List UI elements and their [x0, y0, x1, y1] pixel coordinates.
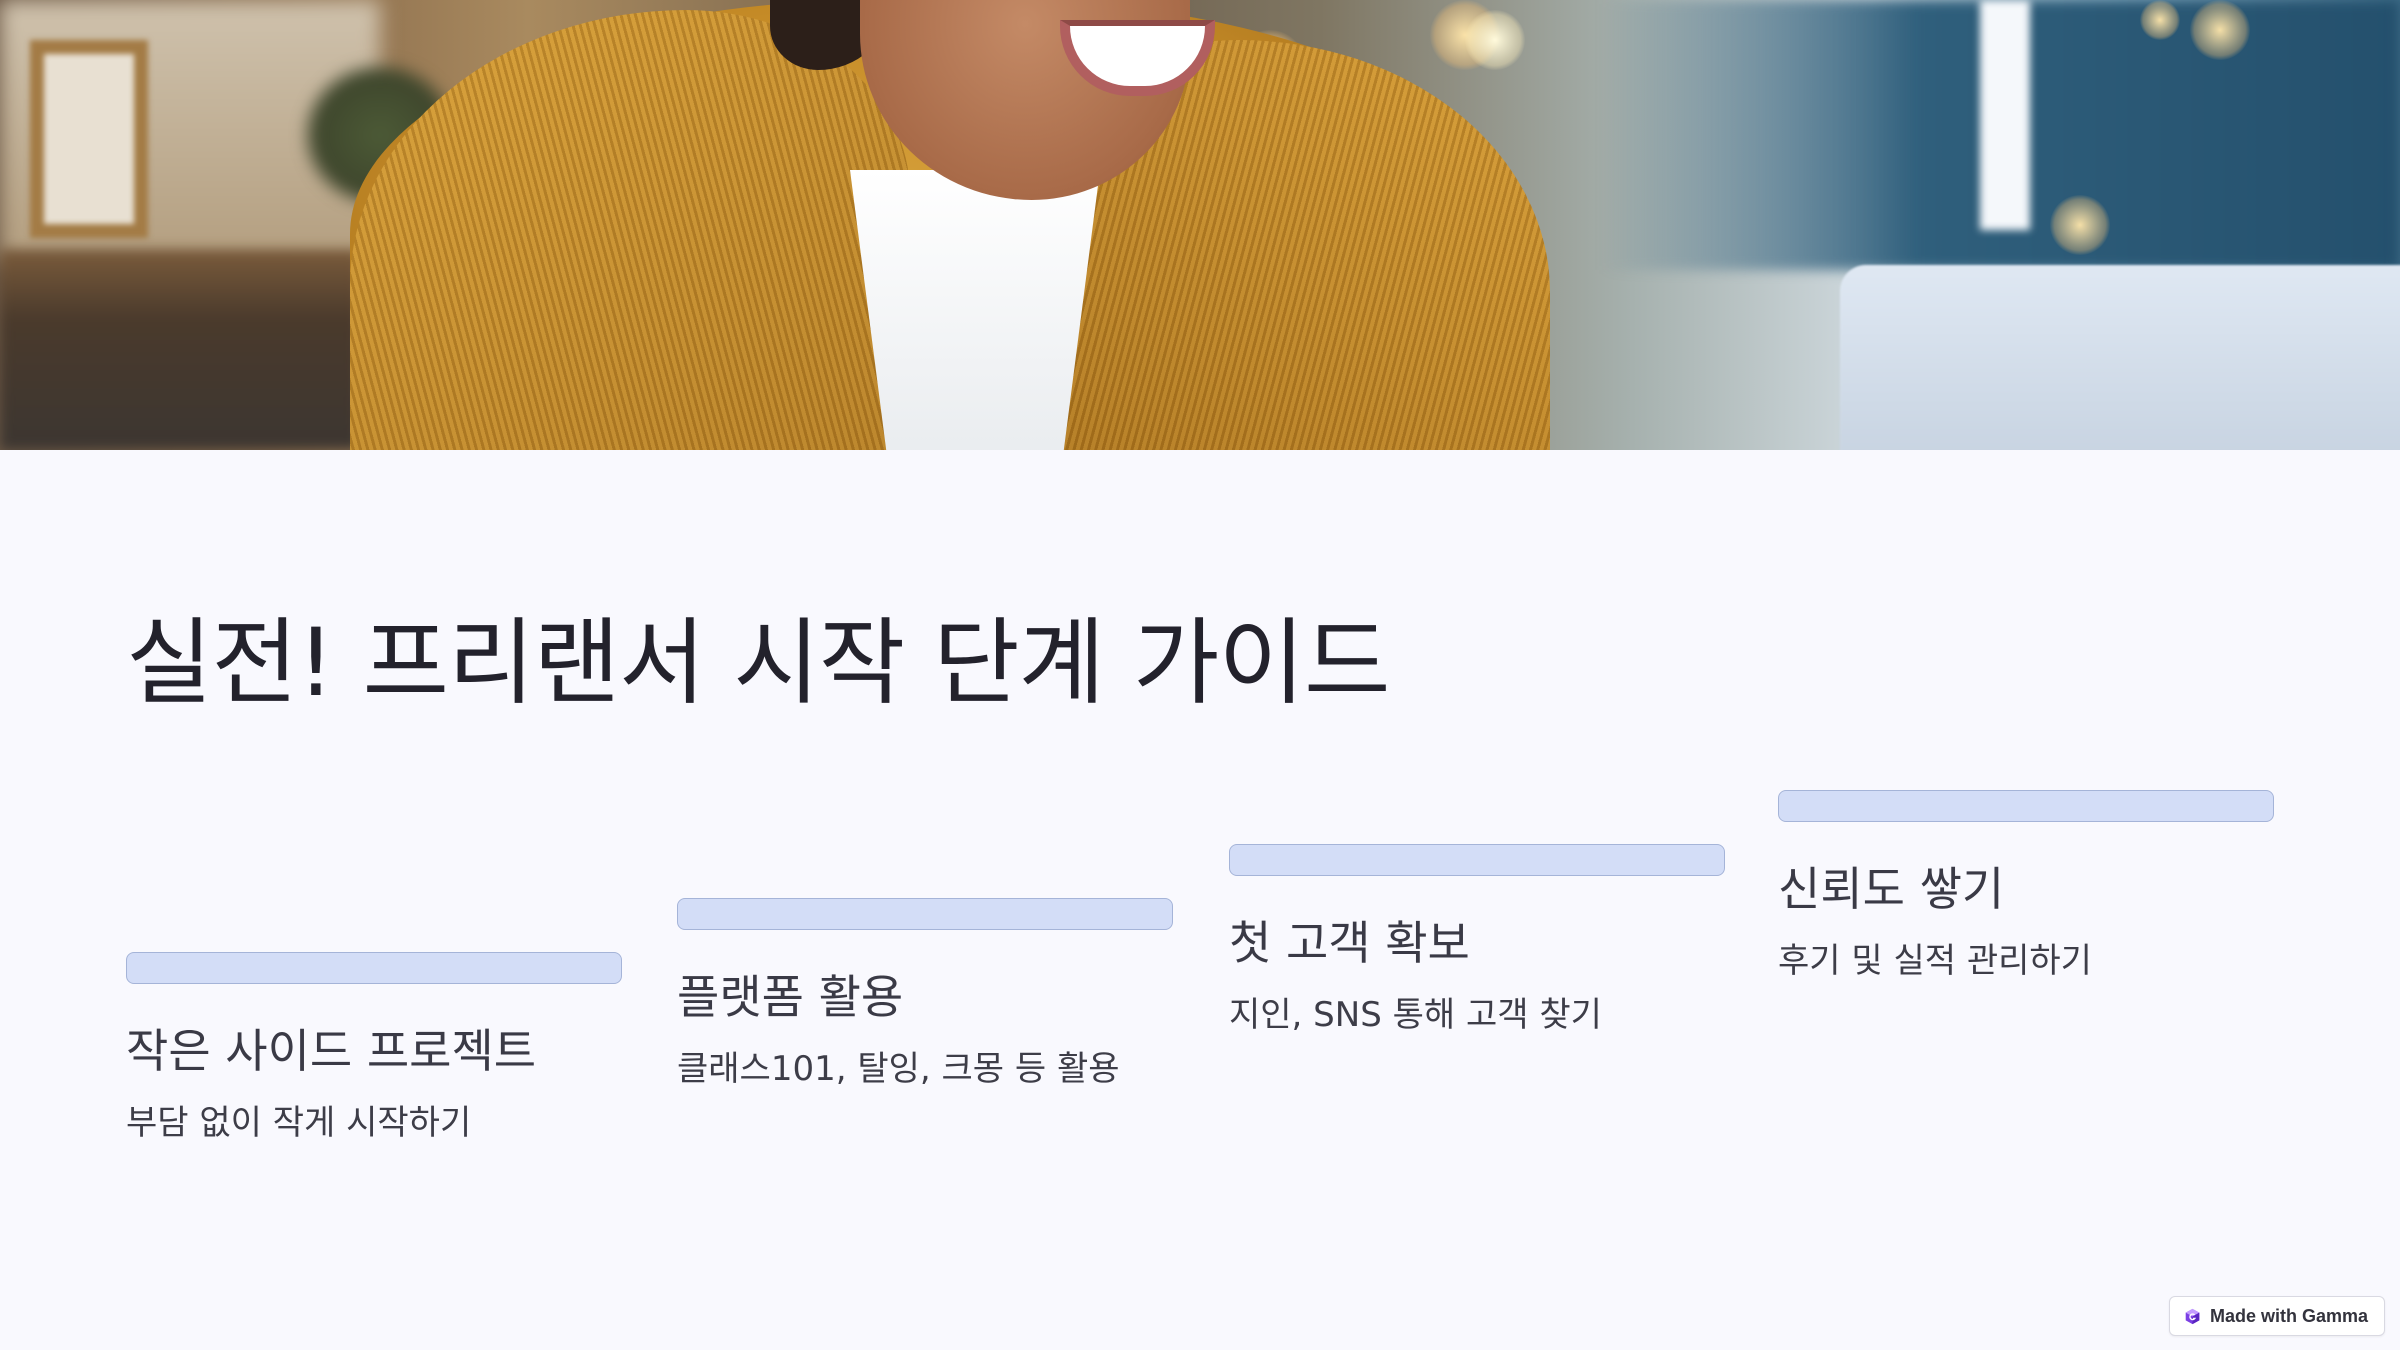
step-3-title: 첫 고객 확보 — [1229, 916, 1470, 970]
step-3-description: 지인, SNS 통해 고객 찾기 — [1229, 995, 1602, 1036]
hero-picture-frame — [30, 40, 148, 238]
step-3: 첫 고객 확보 지인, SNS 통해 고객 찾기 — [1229, 844, 1725, 1037]
hero-laptop — [1840, 265, 2400, 450]
hero-shirt — [850, 170, 1100, 450]
step-4-description: 후기 및 실적 관리하기 — [1778, 941, 2092, 982]
badge-label: Made with Gamma — [2209, 1305, 2368, 1326]
step-2-title: 플랫폼 활용 — [677, 970, 904, 1024]
hero-photo — [0, 0, 2400, 450]
step-1-bar — [126, 952, 622, 984]
step-4: 신뢰도 쌓기 후기 및 실적 관리하기 — [1778, 790, 2274, 983]
gamma-logo-icon — [2185, 1308, 2200, 1324]
step-1: 작은 사이드 프로젝트 부담 없이 작게 시작하기 — [126, 952, 622, 1145]
step-3-bar — [1229, 844, 1725, 876]
step-4-title: 신뢰도 쌓기 — [1778, 862, 2005, 916]
hero-light — [1980, 0, 2030, 230]
step-2-bar — [677, 898, 1173, 930]
made-with-gamma-badge[interactable]: Made with Gamma — [2168, 1296, 2385, 1336]
step-1-description: 부담 없이 작게 시작하기 — [126, 1103, 472, 1144]
step-1-title: 작은 사이드 프로젝트 — [126, 1024, 537, 1078]
hero-shelf — [0, 250, 360, 450]
step-2-description: 클래스101, 탈잉, 크몽 등 활용 — [677, 1049, 1120, 1090]
slide-title: 실전! 프리랜서 시작 단계 가이드 — [126, 609, 1390, 718]
step-2: 플랫폼 활용 클래스101, 탈잉, 크몽 등 활용 — [677, 898, 1173, 1091]
step-4-bar — [1778, 790, 2274, 822]
